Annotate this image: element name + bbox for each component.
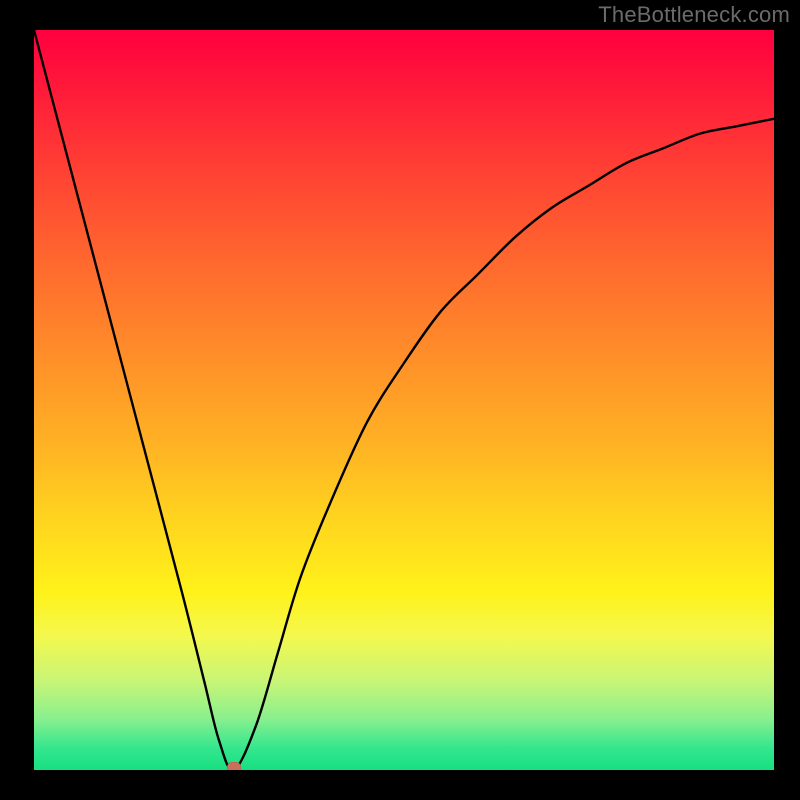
chart-frame: TheBottleneck.com [0,0,800,800]
minimum-marker [227,762,241,770]
bottleneck-curve-path [34,30,774,770]
curve-svg [34,30,774,770]
plot-area [34,30,774,770]
watermark-text: TheBottleneck.com [598,2,790,28]
